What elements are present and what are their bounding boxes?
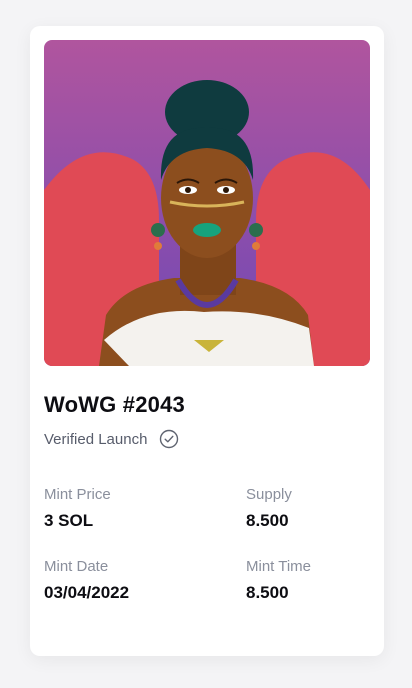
mint-date-label: Mint Date: [44, 558, 109, 575]
nft-title: WoWG #2043: [44, 392, 185, 417]
nft-artwork[interactable]: [44, 40, 370, 366]
mint-time-value: 8.500: [246, 583, 289, 602]
verified-launch: Verified Launch: [44, 428, 179, 450]
mint-time-label: Mint Time: [246, 558, 312, 575]
supply-stat: Supply 8.500: [246, 486, 292, 531]
supply-value: 8.500: [246, 511, 289, 530]
mint-date-stat: Mint Date 03/04/2022: [44, 558, 129, 603]
mint-date-value: 03/04/2022: [44, 583, 130, 602]
supply-label: Supply: [246, 486, 292, 503]
mint-price-value: 3 SOL: [44, 511, 94, 530]
avatar-illustration: [44, 40, 370, 366]
verified-launch-label: Verified Launch: [44, 430, 148, 448]
mint-time-stat: Mint Time 8.500: [246, 558, 311, 603]
mint-price-stat: Mint Price 3 SOL: [44, 486, 111, 531]
nft-card[interactable]: WoWG #2043 Verified Launch Mint Price 3 …: [30, 26, 384, 656]
mint-price-label: Mint Price: [44, 486, 111, 503]
verified-check-icon: [159, 429, 179, 449]
